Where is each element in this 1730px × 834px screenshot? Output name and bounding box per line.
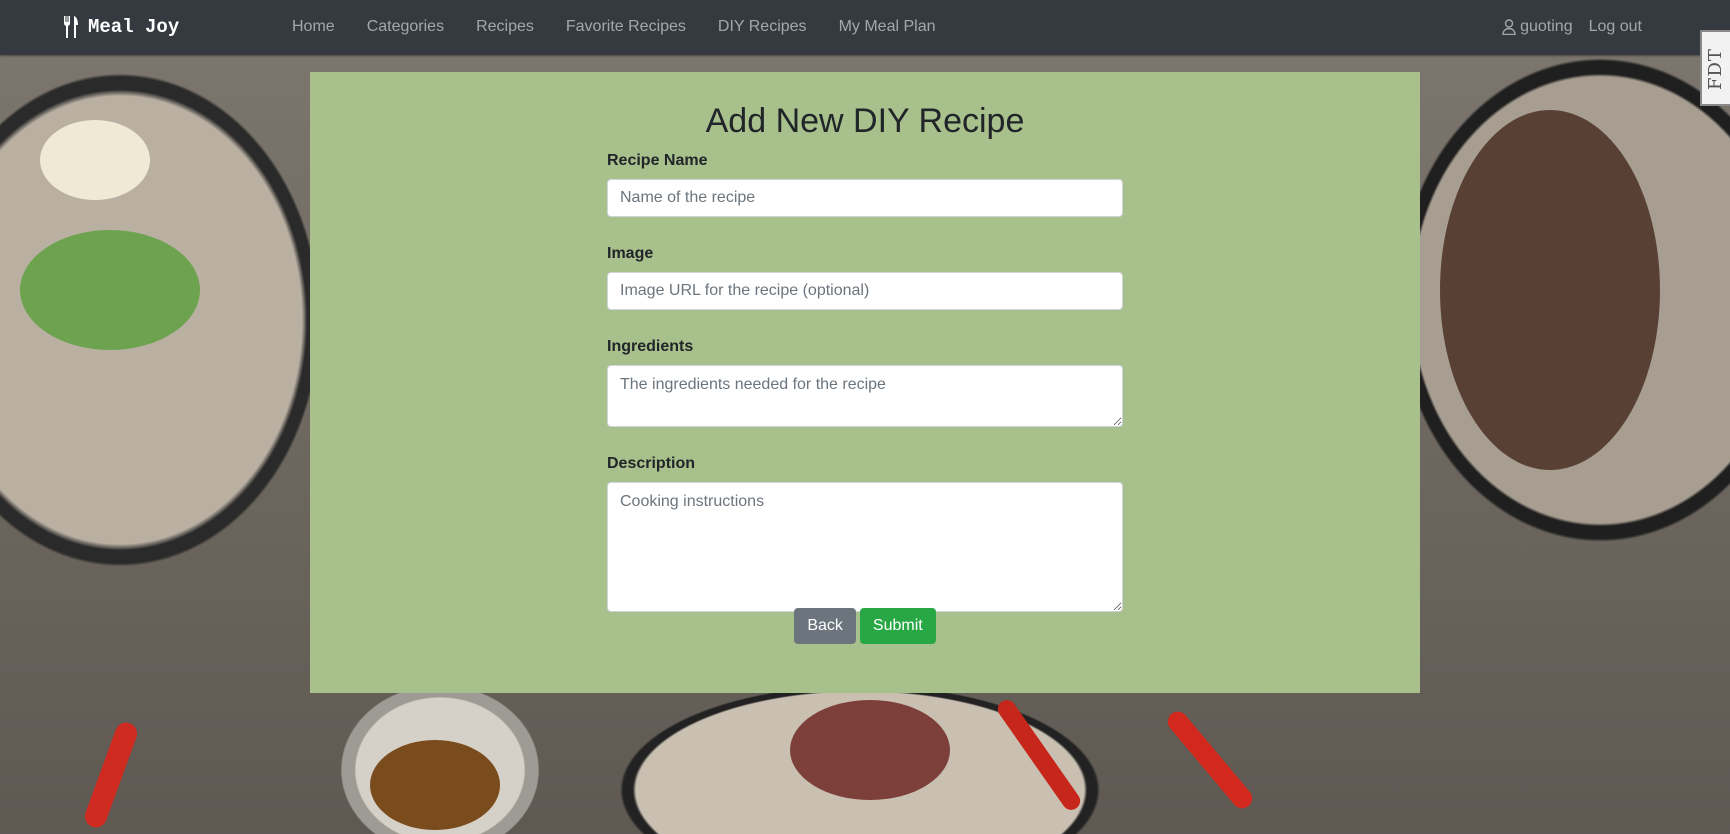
brand-name: Meal Joy bbox=[88, 16, 180, 38]
food-garnish bbox=[40, 120, 150, 200]
recipe-name-input[interactable] bbox=[607, 179, 1123, 217]
image-label: Image bbox=[607, 245, 654, 262]
description-label: Description bbox=[607, 455, 696, 472]
nav-link-recipes[interactable]: Recipes bbox=[476, 18, 534, 36]
sauce-bowl bbox=[370, 740, 500, 830]
page-title: Add New DIY Recipe bbox=[705, 102, 1025, 140]
sliced-steak bbox=[790, 700, 950, 800]
red-chili bbox=[1163, 707, 1257, 813]
red-chili bbox=[81, 719, 141, 831]
recipe-name-label: Recipe Name bbox=[607, 152, 708, 169]
nav-link-home[interactable]: Home bbox=[292, 18, 335, 36]
herb-garnish bbox=[20, 230, 200, 350]
user-icon bbox=[1502, 19, 1516, 35]
add-recipe-form: Recipe Name Image Ingredients Descriptio… bbox=[607, 152, 1123, 640]
grilled-meat bbox=[1440, 110, 1660, 470]
form-buttons: Back Submit bbox=[310, 608, 1420, 644]
nav-link-my-meal-plan[interactable]: My Meal Plan bbox=[839, 18, 936, 36]
ingredients-textarea[interactable] bbox=[607, 365, 1123, 427]
logout-link[interactable]: Log out bbox=[1589, 18, 1642, 36]
nav-link-diy-recipes[interactable]: DIY Recipes bbox=[718, 18, 807, 36]
nav-link-favorite-recipes[interactable]: Favorite Recipes bbox=[566, 18, 686, 36]
image-url-input[interactable] bbox=[607, 272, 1123, 310]
submit-button[interactable]: Submit bbox=[859, 608, 936, 644]
nav-right: guoting Log out bbox=[1502, 18, 1642, 36]
user-profile-link[interactable]: guoting bbox=[1502, 18, 1573, 36]
ingredients-label: Ingredients bbox=[607, 338, 694, 355]
username: guoting bbox=[1520, 18, 1573, 35]
brand-logo[interactable]: Meal Joy bbox=[62, 14, 179, 40]
nav-link-categories[interactable]: Categories bbox=[367, 18, 444, 36]
navbar: Meal Joy Home Categories Recipes Favorit… bbox=[0, 0, 1730, 55]
description-textarea[interactable] bbox=[607, 482, 1123, 612]
red-chili bbox=[994, 696, 1084, 814]
add-recipe-panel: Add New DIY Recipe Recipe Name Image Ing… bbox=[310, 72, 1420, 693]
fork-knife-icon bbox=[63, 16, 78, 38]
back-button[interactable]: Back bbox=[794, 608, 856, 644]
nav-links: Home Categories Recipes Favorite Recipes… bbox=[292, 18, 967, 36]
extension-tab-label: FDT bbox=[1705, 48, 1726, 90]
browser-extension-tab[interactable]: FDT bbox=[1700, 30, 1730, 106]
